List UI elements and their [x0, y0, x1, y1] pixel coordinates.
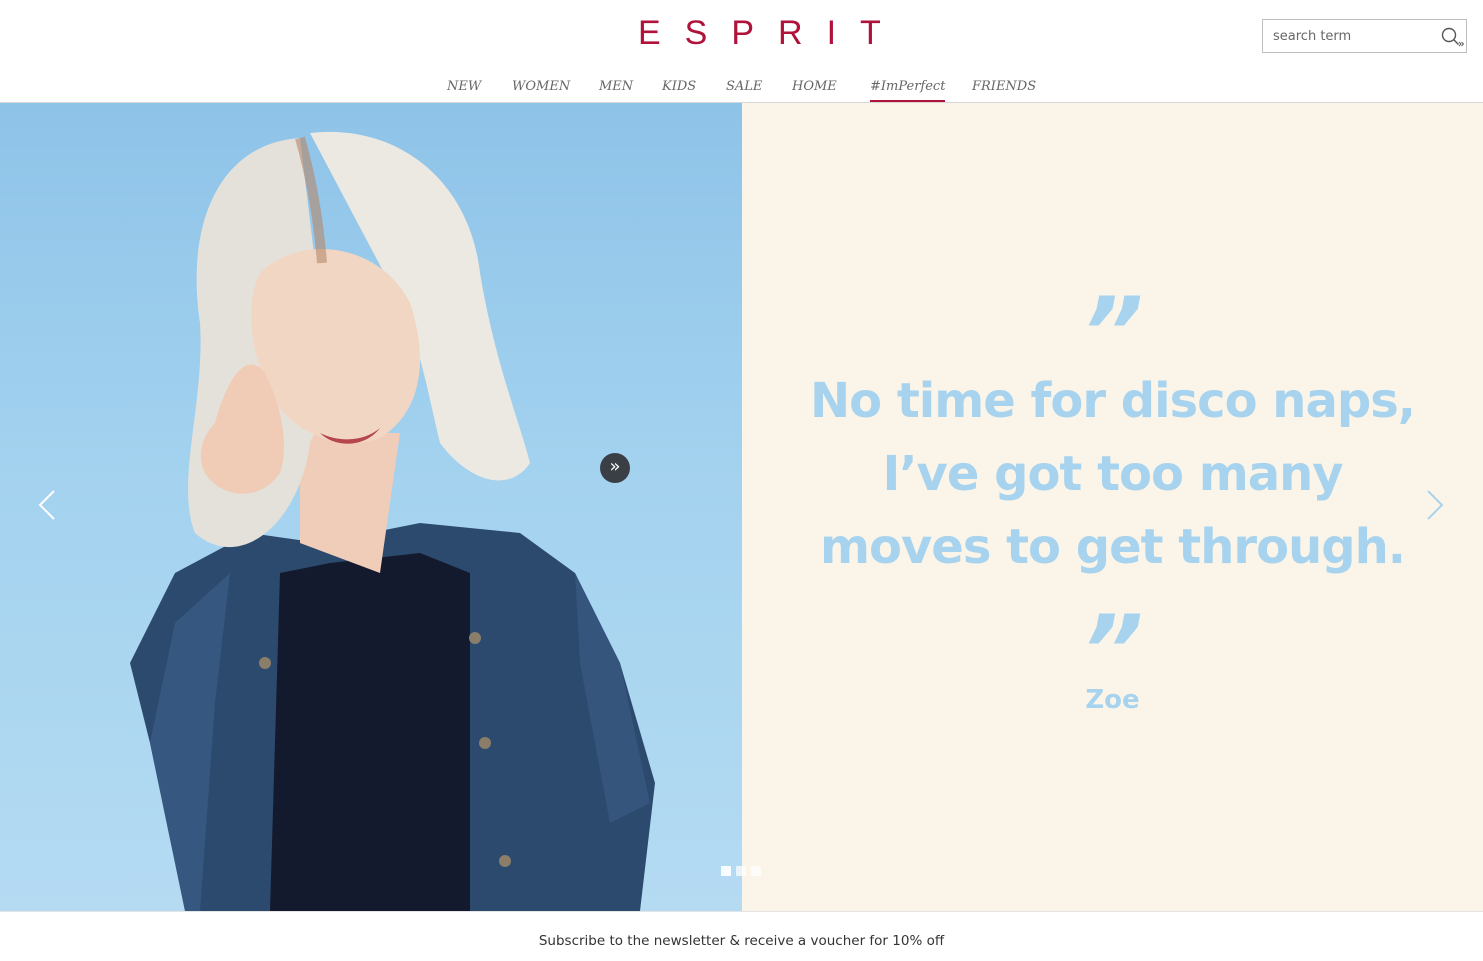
newsletter-banner[interactable]: Subscribe to the newsletter & receive a …	[0, 911, 1483, 961]
site-header: ESPRIT NEW WOMEN MEN KIDS SALE HOME #ImP…	[0, 0, 1483, 103]
quote-author: Zoe	[1085, 685, 1140, 715]
nav-item-sale[interactable]: SALE	[726, 76, 762, 102]
model-illustration	[130, 131, 655, 911]
hero-carousel: ” No time for disco naps, I’ve got too m…	[0, 103, 1483, 911]
quote-line: I’ve got too many	[882, 446, 1343, 502]
nav-item-imperfect[interactable]: #ImPerfect	[870, 76, 946, 102]
testimonial-quote: No time for disco naps, I’ve got too man…	[802, 365, 1423, 584]
nav-item-new[interactable]: NEW	[447, 76, 481, 102]
expand-button[interactable]: »	[600, 453, 630, 483]
quote-panel: ” No time for disco naps, I’ve got too m…	[742, 103, 1483, 911]
nav-item-kids[interactable]: KIDS	[662, 76, 696, 102]
nav-item-home[interactable]: HOME	[792, 76, 837, 102]
chevron-left-icon[interactable]	[32, 485, 62, 525]
search-icon[interactable]	[1440, 26, 1465, 48]
open-quote-mark: ”	[1081, 277, 1144, 389]
close-quote-mark: ”	[1081, 595, 1144, 707]
carousel-dot-3[interactable]	[751, 866, 761, 876]
main-navigation: NEW WOMEN MEN KIDS SALE HOME #ImPerfect …	[0, 76, 1483, 102]
search-input[interactable]	[1263, 20, 1433, 52]
nav-item-friends[interactable]: FRIENDS	[972, 76, 1036, 102]
carousel-dot-2[interactable]	[736, 866, 746, 876]
nav-item-women[interactable]: WOMEN	[512, 76, 570, 102]
hero-photo	[0, 103, 742, 911]
carousel-dot-1[interactable]	[721, 866, 731, 876]
nav-item-men[interactable]: MEN	[599, 76, 633, 102]
chevron-right-icon[interactable]	[1420, 485, 1450, 525]
quote-line: moves to get through.	[819, 519, 1406, 575]
quote-line: No time for disco naps,	[809, 373, 1416, 429]
esprit-logo[interactable]: ESPRIT	[638, 16, 881, 50]
search-box	[1262, 19, 1467, 53]
